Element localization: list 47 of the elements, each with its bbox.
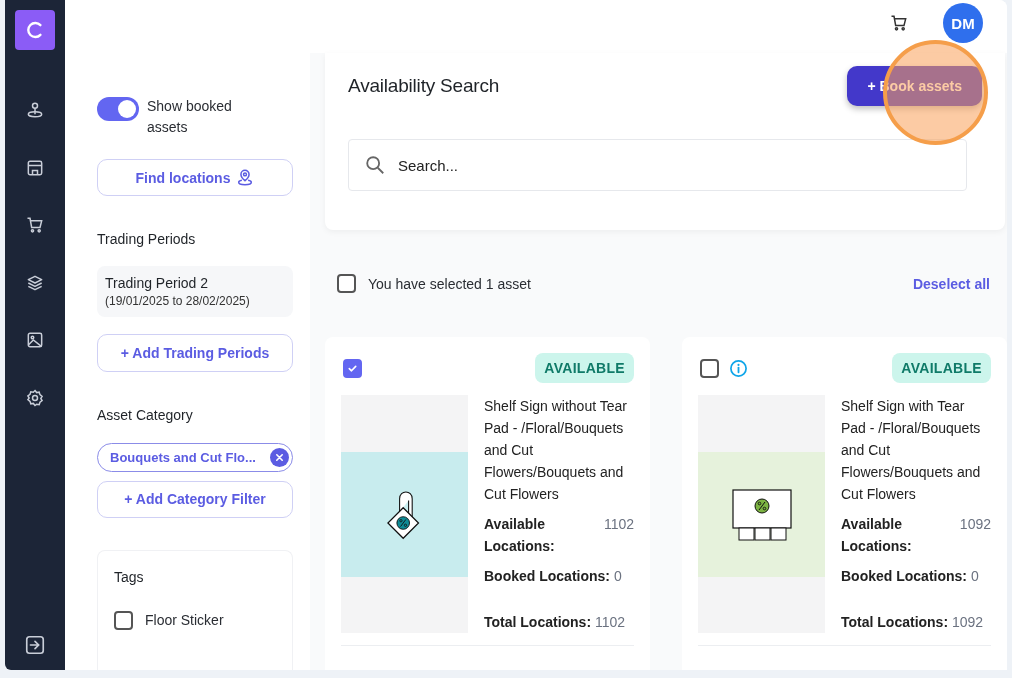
field-label: Booked Locations: xyxy=(841,568,967,584)
logout-icon[interactable] xyxy=(24,634,46,656)
period-dates: (19/01/2025 to 28/02/2025) xyxy=(105,294,251,309)
image-icon[interactable] xyxy=(25,330,45,350)
field-value: 1092 xyxy=(959,515,991,534)
section-heading: Tags xyxy=(114,569,145,585)
add-category-filter-button[interactable]: + Add Category Filter xyxy=(97,480,293,518)
info-icon[interactable] xyxy=(729,358,748,378)
asset-checkbox[interactable] xyxy=(700,358,719,378)
field-label: Total Locations: xyxy=(841,614,949,630)
field-value: 0 xyxy=(970,568,979,584)
page-title: Availability Search xyxy=(348,75,500,97)
status-badge: AVAILABLE xyxy=(892,353,991,383)
tag-checkbox[interactable] xyxy=(114,611,133,630)
field-value: 1102 xyxy=(603,515,634,534)
toggle-switch[interactable] xyxy=(97,97,139,121)
tag-label: Floor Sticker xyxy=(145,612,224,629)
field-value: 0 xyxy=(613,568,622,584)
select-all-checkbox[interactable] xyxy=(337,274,356,293)
field-value: 1092 xyxy=(951,614,984,630)
asset-title: Shelf Sign without Tear Pad - /Floral/Bouquets and Cut Flowers/Bouquets and Cut Flowers xyxy=(484,397,628,504)
period-name: Trading Period 2 xyxy=(105,275,209,292)
cart-icon[interactable] xyxy=(889,13,909,33)
section-heading: Asset Category xyxy=(97,406,194,423)
settings-icon[interactable] xyxy=(25,387,45,408)
deselect-all-link[interactable]: Deselect all xyxy=(912,275,990,292)
location-pin-icon[interactable] xyxy=(25,100,45,120)
asset-checkbox[interactable] xyxy=(343,358,362,378)
app-logo[interactable] xyxy=(15,10,55,50)
trading-period-card[interactable]: Trading Period 2 (19/01/2025 to 28/02/2025) xyxy=(97,266,293,318)
section-heading: Trading Periods xyxy=(97,231,197,248)
user-avatar[interactable]: DM xyxy=(943,3,983,43)
find-locations-button[interactable]: Find locations xyxy=(97,159,293,197)
cart-icon[interactable] xyxy=(25,215,45,235)
field-label: Available Locations: xyxy=(841,515,913,556)
search-field[interactable]: Search... xyxy=(348,139,967,191)
asset-title: Shelf Sign with Tear Pad - /Floral/Bouquets and Cut Flowers/Bouquets and Cut Flowers xyxy=(841,397,982,504)
toggle-label: Show booked assets xyxy=(147,97,233,137)
location-pin-icon xyxy=(236,168,255,187)
status-badge: AVAILABLE xyxy=(535,353,634,383)
selection-summary: You have selected 1 asset xyxy=(368,275,531,292)
field-value: 1102 xyxy=(594,614,626,630)
field-label: Total Locations: xyxy=(484,614,592,630)
remove-icon[interactable] xyxy=(270,447,289,467)
add-trading-periods-button[interactable]: + Add Trading Periods xyxy=(97,334,293,372)
field-label: Booked Locations: xyxy=(484,568,610,584)
field-label: Available Locations: xyxy=(484,515,556,556)
